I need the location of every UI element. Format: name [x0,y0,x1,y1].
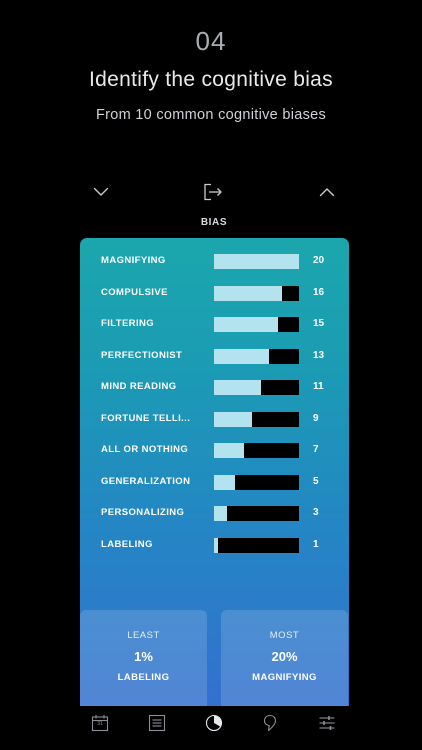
bias-count: 7 [313,444,319,455]
bias-bar-fill [214,506,227,521]
least-value: 1% [134,649,153,664]
bias-row: PERSONALIZING 3 [80,505,349,523]
bias-bar-fill [214,380,261,395]
bias-row: COMPULSIVE 16 [80,285,349,303]
collapse-button[interactable] [89,181,113,203]
expand-button[interactable] [315,181,339,203]
chevron-up-icon [319,188,335,197]
bias-count: 3 [313,507,319,518]
bias-name: FORTUNE TELLI... [101,412,191,424]
bias-bar-fill [214,537,218,553]
bias-count: 5 [313,475,319,487]
bias-bar-fill [214,411,252,427]
bias-name: LABELING [101,538,153,550]
page-subtitle: From 10 common cognitive biases [95,107,327,123]
least-bias-card: LEAST 1% LABELING [80,610,207,706]
bias-count: 15 [313,318,325,329]
bias-count: 20 [313,255,325,266]
bias-bar-track [214,348,299,364]
chevron-down-icon [93,187,109,196]
bias-bar-track [214,537,299,553]
settings-sliders-icon [319,716,335,730]
bias-row: MIND READING 11 [80,379,349,397]
bias-row: PERFECTIONIST 13 [80,348,349,366]
thought-bubble-icon [263,714,277,732]
step-number: 04 [195,26,227,56]
bias-bar-fill [214,474,235,490]
bias-count: 1 [313,538,319,550]
pie-chart-icon [205,714,223,732]
bias-name: PERSONALIZING [101,507,185,518]
bias-name: MAGNIFYING [101,255,166,266]
tab-thought[interactable] [258,711,282,735]
page-title: Identify the cognitive bias [89,68,333,91]
bias-count: 16 [313,286,325,298]
bias-name: COMPULSIVE [101,286,168,298]
bias-count: 11 [313,381,324,392]
bias-bar-track [214,285,299,301]
bias-bar-fill [214,443,244,458]
bias-bar-track [214,411,299,427]
bias-row: GENERALIZATION 5 [80,474,349,492]
bias-row: FILTERING 15 [80,316,349,334]
bias-row: MAGNIFYING 20 [80,253,349,271]
bias-count: 13 [313,349,325,361]
section-label: BIAS [200,217,228,228]
bias-bar-track [214,443,299,458]
bias-bar-fill [214,285,282,301]
bias-name: MIND READING [101,381,177,392]
bias-count: 9 [313,412,319,424]
tab-list[interactable] [145,711,169,735]
bias-panel: MAGNIFYING 20 COMPULSIVE 16 FILTERING 15 PERFE… [80,238,349,706]
calendar-day: 31 [97,721,103,727]
least-title: LEAST [127,630,160,641]
tab-calendar[interactable]: 31 [88,711,112,735]
list-icon [148,714,166,732]
bias-bar-fill [214,254,299,269]
bias-bar-track [214,380,299,395]
least-caption: LABELING [117,672,170,683]
most-bias-card: MOST 20% MAGNIFYING [221,610,348,706]
bias-name: PERFECTIONIST [101,349,183,361]
bias-name: GENERALIZATION [101,475,191,487]
bias-bar-fill [214,317,278,332]
most-title: MOST [269,630,300,641]
tab-bar: 31 [0,706,422,750]
most-caption: MAGNIFYING [252,672,317,683]
bias-bar-fill [214,348,269,364]
tab-chart[interactable] [202,711,226,735]
bias-row: ALL OR NOTHING 7 [80,442,349,460]
export-icon [204,183,222,201]
bias-name: FILTERING [101,318,155,329]
bias-row: FORTUNE TELLI... 9 [80,411,349,429]
bias-bar-track [214,506,299,521]
export-button[interactable] [201,181,225,203]
bias-bar-track [214,317,299,332]
bias-row: LABELING 1 [80,537,349,555]
bias-bar-track [214,474,299,490]
most-value: 20% [271,649,298,664]
tab-settings[interactable] [315,711,339,735]
bias-bar-track [214,254,299,269]
bias-name: ALL OR NOTHING [101,444,189,455]
